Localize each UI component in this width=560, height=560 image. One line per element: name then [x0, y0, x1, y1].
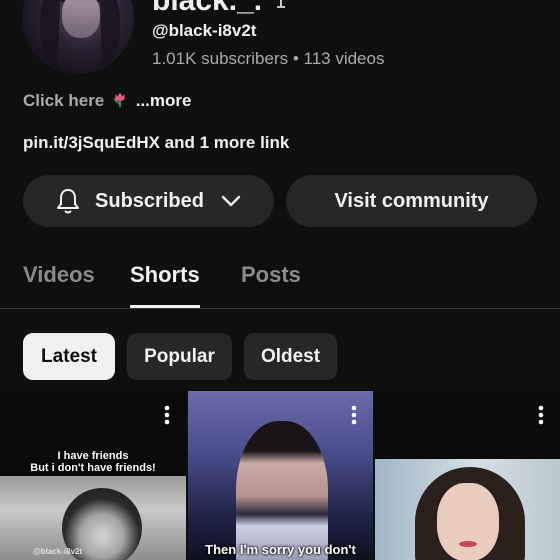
channel-description[interactable]: Click here ...more [23, 91, 191, 111]
more-vert-icon[interactable] [531, 403, 551, 427]
visit-community-button[interactable]: Visit community [286, 175, 537, 227]
channel-handle: @black-i8v2t [152, 21, 257, 40]
channel-name-text: black._. [152, 0, 263, 17]
short-image [375, 459, 560, 560]
description-text: Click here [23, 91, 105, 110]
short-image-subject [236, 421, 328, 560]
channel-stats: 1.01K subscribers • 113 videos [152, 49, 384, 69]
more-vert-icon[interactable] [344, 403, 364, 427]
short-caption: Then I'm sorry you don't [205, 542, 356, 557]
channel-name: black._. [152, 0, 292, 18]
short-caption-line: But i don't have friends! [30, 462, 156, 474]
tab-shorts[interactable]: Shorts [130, 262, 200, 288]
more-vert-icon[interactable] [157, 403, 177, 427]
filter-latest[interactable]: Latest [23, 333, 115, 380]
channel-avatar[interactable]: 🎀 [22, 0, 134, 74]
avatar-face [62, 0, 100, 38]
more-link[interactable]: ...more [136, 91, 192, 110]
subscriber-count: 1.01K subscribers [152, 49, 289, 68]
short-thumbnail[interactable] [375, 391, 560, 560]
channel-links[interactable]: pin.it/3jSquEdHX and 1 more link [23, 133, 289, 153]
video-count: 113 videos [303, 49, 385, 68]
subscribed-button[interactable]: Subscribed [23, 175, 274, 227]
short-image [0, 476, 186, 560]
short-image-lips [459, 541, 477, 547]
subscribed-label: Subscribed [95, 189, 204, 212]
short-image-face [437, 483, 499, 560]
channel-tabs: Videos Shorts Posts [0, 252, 560, 309]
visit-community-label: Visit community [334, 189, 489, 212]
bell-icon [57, 189, 80, 214]
short-watermark: @black-i8v2t [33, 547, 83, 556]
filter-oldest[interactable]: Oldest [244, 333, 337, 380]
filter-popular[interactable]: Popular [127, 333, 232, 380]
martini-glass-icon [277, 0, 286, 8]
short-thumbnail[interactable]: Then I'm sorry you don't [188, 391, 373, 560]
short-caption-line: I have friends [57, 450, 129, 462]
active-tab-indicator [130, 305, 200, 308]
short-caption: I have friends But i don't have friends! [0, 450, 186, 474]
tulip-icon [113, 92, 125, 108]
tab-posts[interactable]: Posts [241, 262, 301, 288]
tab-videos[interactable]: Videos [23, 262, 95, 288]
chevron-down-icon [221, 195, 241, 207]
stats-separator: • [292, 49, 299, 68]
short-thumbnail[interactable]: I have friends But i don't have friends!… [0, 391, 186, 560]
